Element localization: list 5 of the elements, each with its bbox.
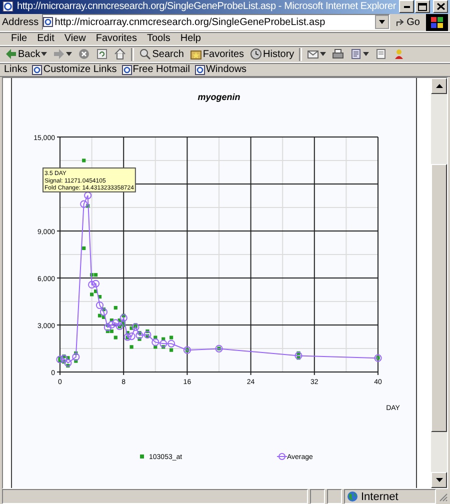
window-title: http://microarray.cnmcresearch.org/SingleGeneProbeList.asp - Microsoft Internet Explorer — [16, 1, 396, 12]
links-label: Links — [4, 64, 28, 76]
address-label: Address — [2, 16, 39, 28]
zone-label: Internet — [361, 490, 398, 502]
chart-title: myogenin — [198, 92, 240, 102]
